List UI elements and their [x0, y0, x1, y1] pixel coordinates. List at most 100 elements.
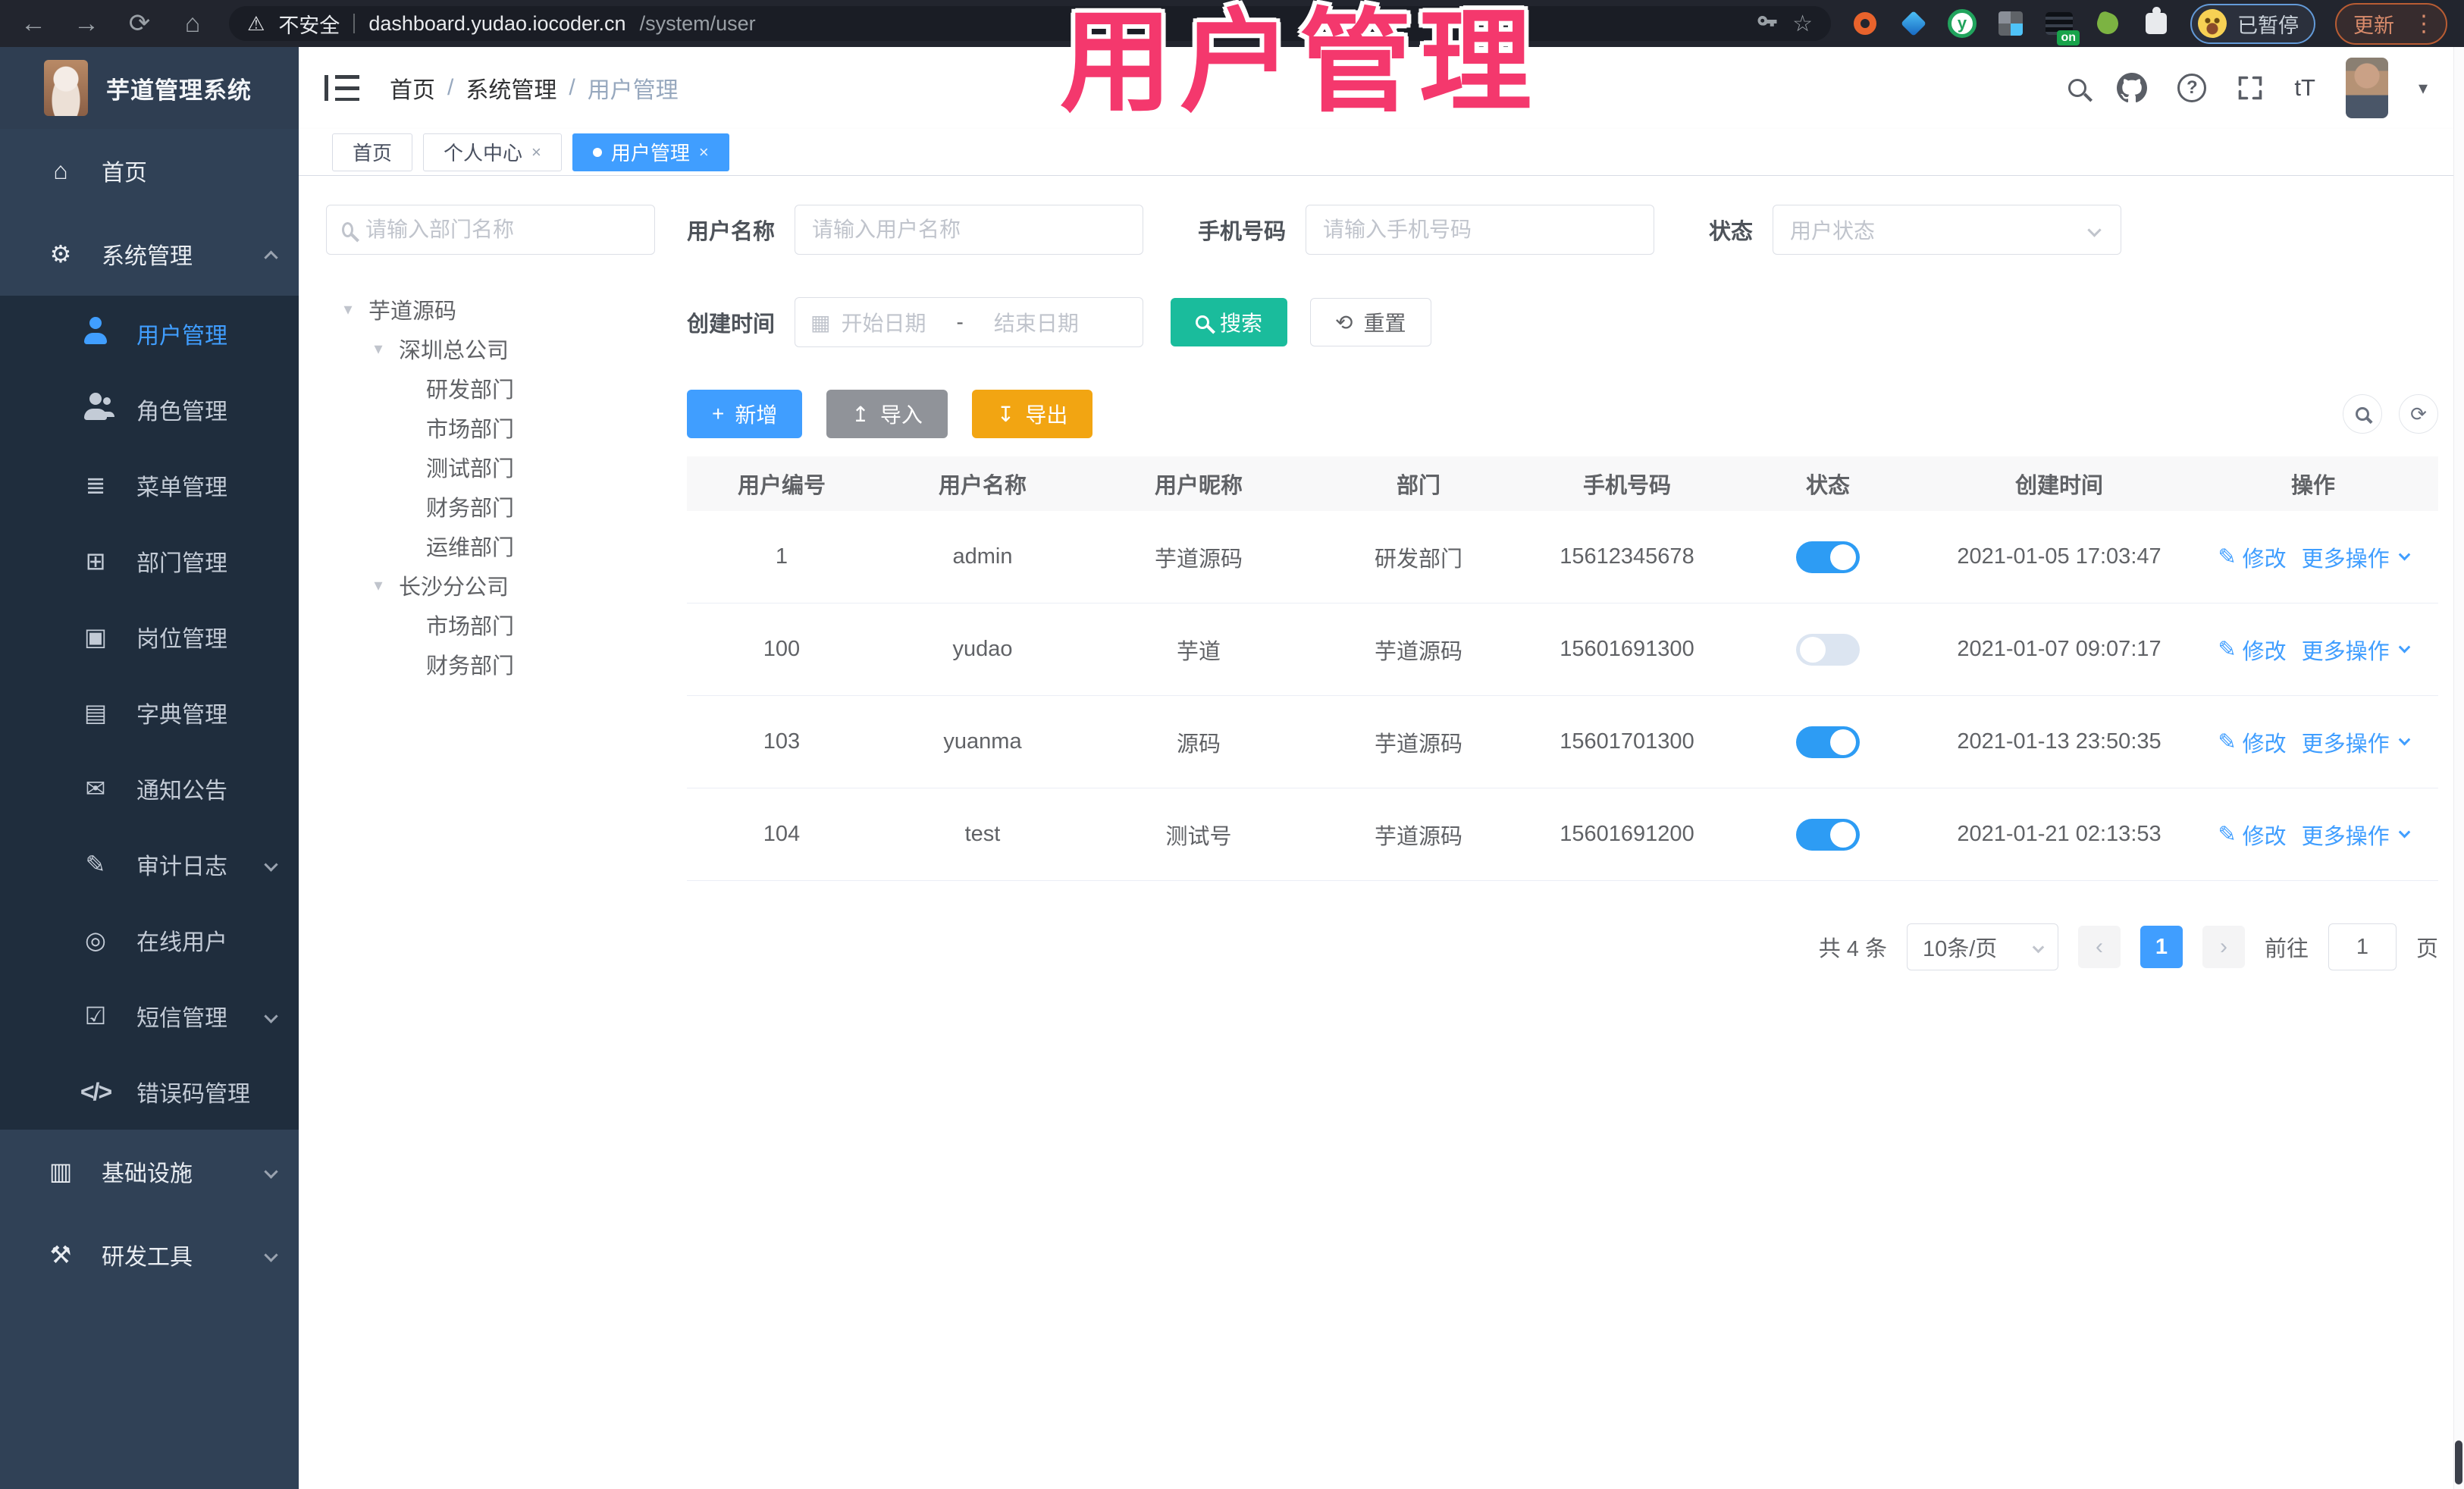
status-toggle[interactable] — [1796, 541, 1860, 573]
department-search-input[interactable] — [365, 218, 639, 242]
back-icon[interactable]: ← — [17, 11, 50, 36]
more-actions-link[interactable]: 更多操作 — [2302, 819, 2410, 851]
bookmark-star-icon[interactable]: ☆ — [1792, 11, 1813, 37]
tab-user-management[interactable]: 用户管理 × — [572, 133, 729, 171]
tree-node[interactable]: ▾ 深圳总公司 — [326, 329, 655, 368]
more-actions-link[interactable]: 更多操作 — [2302, 634, 2410, 666]
sidebar-item-error-codes[interactable]: </> 错误码管理 — [0, 1054, 299, 1130]
sidebar-item-departments[interactable]: ⊞ 部门管理 — [0, 523, 299, 599]
extension-y-icon[interactable]: y — [1948, 9, 1977, 38]
edit-link[interactable]: ✎ 修改 — [2218, 634, 2286, 666]
username-input[interactable] — [795, 205, 1144, 255]
sidebar-item-system[interactable]: ⚙ 系统管理 — [0, 212, 299, 296]
sidebar-item-devtools[interactable]: ⚒ 研发工具 — [0, 1213, 299, 1296]
avatar-caret-icon[interactable]: ▾ — [2419, 77, 2428, 99]
user-icon — [79, 317, 112, 350]
search-button[interactable]: 搜索 — [1171, 298, 1288, 346]
tree-node[interactable]: 财务部门 — [326, 487, 655, 526]
more-actions-link[interactable]: 更多操作 — [2302, 726, 2410, 758]
font-size-icon[interactable]: tT — [2294, 74, 2315, 102]
tree-node[interactable]: 运维部门 — [326, 526, 655, 566]
tree-node[interactable]: 测试部门 — [326, 447, 655, 487]
dashboard-icon: ⌂ — [53, 156, 68, 184]
caret-icon[interactable]: ▾ — [338, 299, 358, 319]
extension-key-icon[interactable] — [2093, 9, 2122, 38]
sidebar-item-roles[interactable]: 角色管理 — [0, 371, 299, 447]
sidebar-item-posts[interactable]: ▣ 岗位管理 — [0, 599, 299, 675]
goto-page-input[interactable] — [2328, 923, 2397, 970]
close-icon[interactable]: × — [699, 143, 709, 162]
extension-grid-icon[interactable] — [1996, 9, 2025, 38]
breadcrumb-home[interactable]: 首页 — [390, 71, 435, 105]
status-toggle[interactable] — [1796, 818, 1860, 851]
fullscreen-icon[interactable] — [2237, 74, 2264, 102]
next-page-button[interactable]: › — [2202, 926, 2245, 968]
tab-profile[interactable]: 个人中心 × — [423, 133, 562, 171]
tree-node[interactable]: 财务部门 — [326, 644, 655, 684]
table-search-button[interactable] — [2343, 394, 2382, 434]
address-bar[interactable]: ⚠ 不安全 dashboard.yudao.iocoder.cn/system/… — [229, 6, 1831, 41]
extension-puzzle-icon[interactable] — [2142, 7, 2171, 38]
extension-switch-icon[interactable]: on — [2045, 9, 2080, 45]
sidebar-item-notices[interactable]: ✉ 通知公告 — [0, 751, 299, 826]
current-page[interactable]: 1 — [2140, 926, 2183, 968]
sidebar-item-dictionary[interactable]: ▤ 字典管理 — [0, 675, 299, 751]
extension-donut-icon[interactable] — [1851, 9, 1879, 38]
tree-node[interactable]: 研发部门 — [326, 368, 655, 408]
scrollbar[interactable] — [2453, 47, 2464, 1489]
forward-icon[interactable]: → — [70, 11, 103, 36]
tree-node[interactable]: ▾ 芋道源码 — [326, 290, 655, 329]
page-size-select[interactable]: 10条/页 — [1906, 923, 2058, 970]
import-button[interactable]: ↥ 导入 — [826, 390, 948, 438]
mobile-input[interactable] — [1306, 205, 1655, 255]
sidebar-item-menus[interactable]: ≣ 菜单管理 — [0, 447, 299, 523]
sidebar-item-infrastructure[interactable]: ▥ 基础设施 — [0, 1130, 299, 1213]
key-icon[interactable] — [1756, 12, 1779, 35]
status-toggle[interactable] — [1796, 726, 1860, 758]
home-icon[interactable]: ⌂ — [176, 11, 209, 36]
user-avatar[interactable] — [2345, 58, 2388, 118]
tree-node[interactable]: ▾ 长沙分公司 — [326, 566, 655, 605]
add-button[interactable]: + 新增 — [687, 390, 803, 438]
breadcrumb-section[interactable]: 系统管理 — [466, 71, 556, 105]
date-range-picker[interactable]: ▦ 开始日期 - 结束日期 — [795, 297, 1144, 347]
status-select[interactable]: 用户状态 — [1773, 205, 2122, 255]
reload-icon[interactable]: ⟳ — [123, 11, 156, 36]
scrollbar-thumb[interactable] — [2455, 1440, 2462, 1484]
tree-node[interactable]: 市场部门 — [326, 408, 655, 447]
edit-link[interactable]: ✎ 修改 — [2218, 819, 2286, 851]
extension-diamond-icon[interactable] — [1899, 9, 1928, 38]
update-button[interactable]: 更新 ⋮ — [2335, 2, 2447, 45]
edit-link[interactable]: ✎ 修改 — [2218, 726, 2286, 758]
status-toggle[interactable] — [1796, 633, 1860, 666]
browser-menu-icon[interactable]: ⋮ — [2412, 11, 2435, 37]
export-button[interactable]: ↧ 导出 — [971, 390, 1093, 438]
url-path: /system/user — [639, 11, 756, 35]
header-search-icon[interactable] — [2068, 79, 2087, 97]
goto-label: 前往 — [2264, 937, 2309, 961]
profile-paused-badge[interactable]: 已暂停 — [2190, 3, 2315, 44]
close-icon[interactable]: × — [531, 143, 541, 162]
gear-icon: ⚙ — [49, 240, 72, 268]
tree-node[interactable]: 市场部门 — [326, 605, 655, 644]
help-icon[interactable]: ? — [2177, 74, 2207, 102]
tab-home[interactable]: 首页 — [332, 133, 413, 171]
sidebar-item-home[interactable]: ⌂ 首页 — [0, 129, 299, 212]
reset-button[interactable]: ⟲ 重置 — [1310, 298, 1431, 346]
cell-created: 2021-01-21 02:13:53 — [1957, 822, 2161, 846]
github-icon[interactable] — [2117, 73, 2148, 103]
announcement-icon: ✉ — [85, 775, 106, 802]
caret-icon[interactable]: ▾ — [368, 575, 388, 595]
prev-page-button[interactable]: ‹ — [2077, 926, 2121, 968]
sidebar-item-online-users[interactable]: ◎ 在线用户 — [0, 902, 299, 978]
more-actions-link[interactable]: 更多操作 — [2302, 541, 2410, 573]
cell-username: yudao — [952, 637, 1013, 661]
sidebar-item-users[interactable]: 用户管理 — [0, 296, 299, 371]
table-refresh-button[interactable]: ⟳ — [2399, 394, 2438, 434]
edit-link[interactable]: ✎ 修改 — [2218, 541, 2286, 573]
sidebar-item-sms[interactable]: ☑ 短信管理 — [0, 978, 299, 1054]
cell-username: admin — [952, 544, 1013, 569]
sidebar-toggle-icon[interactable] — [324, 75, 359, 101]
caret-icon[interactable]: ▾ — [368, 339, 388, 359]
sidebar-item-audit-log[interactable]: ✎ 审计日志 — [0, 826, 299, 902]
